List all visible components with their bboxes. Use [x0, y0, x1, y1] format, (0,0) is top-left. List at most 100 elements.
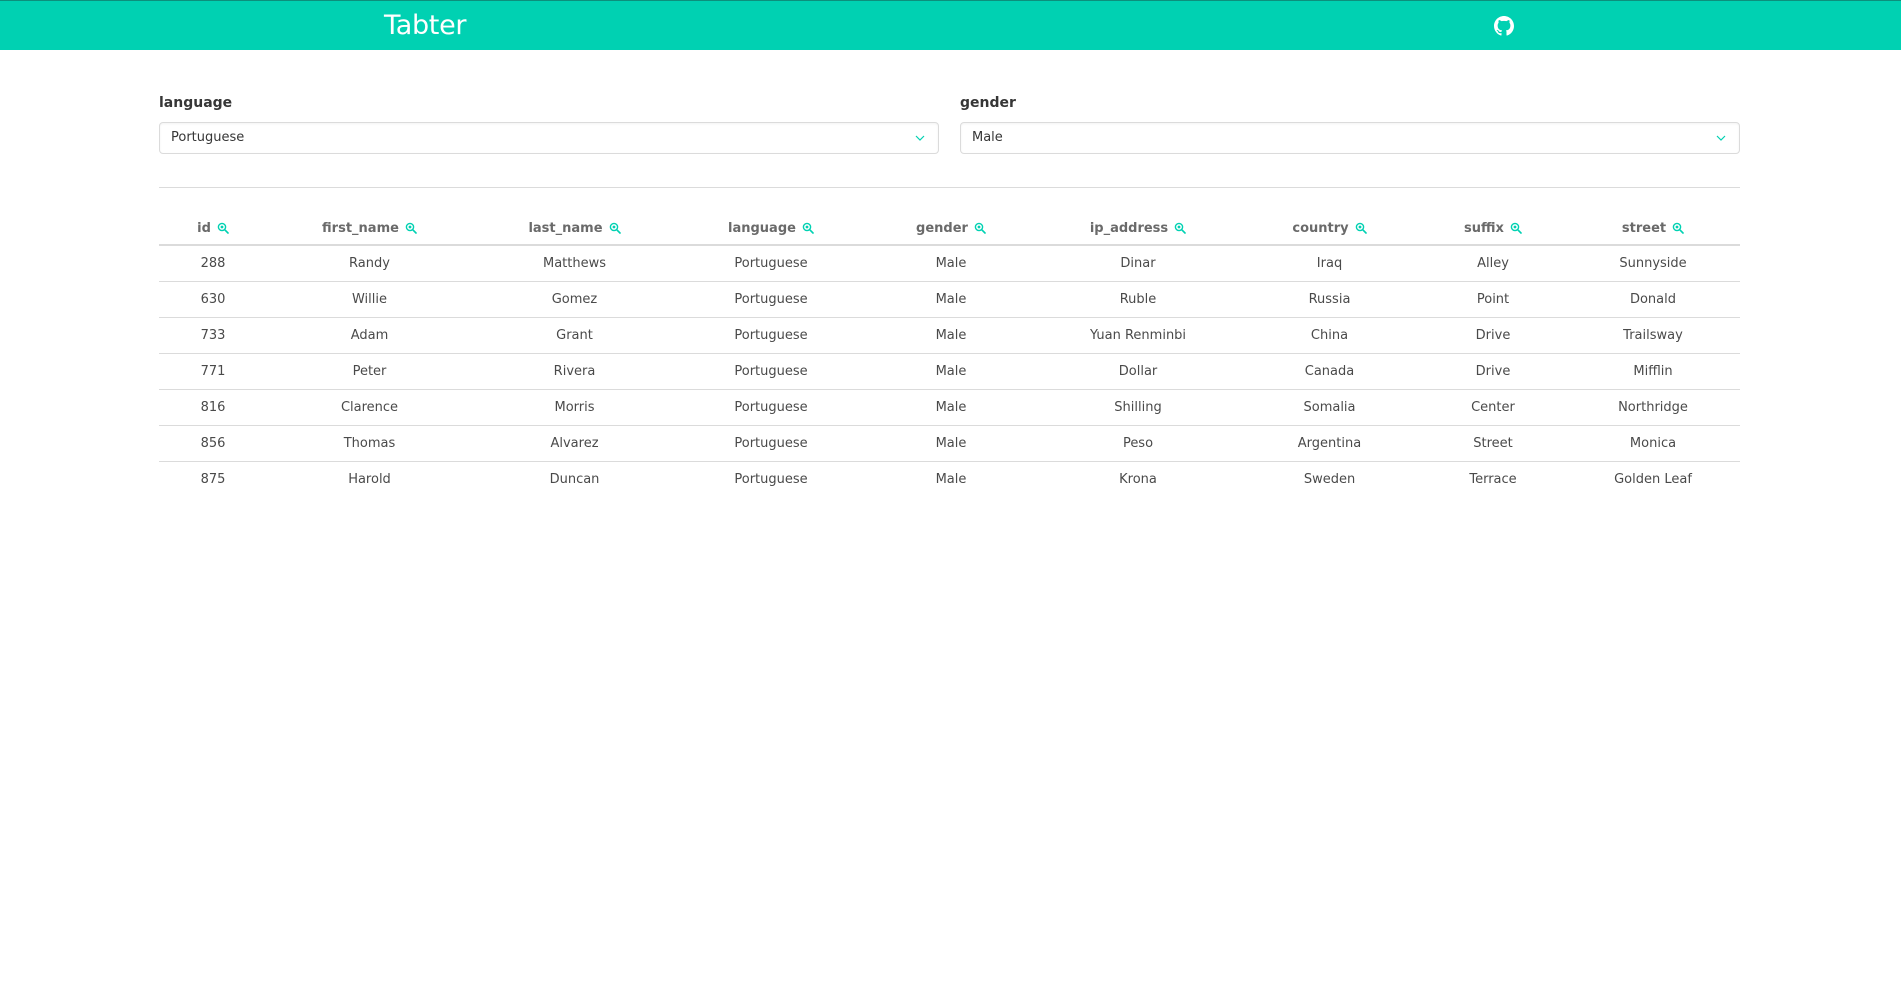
- table-cell-country: Iraq: [1239, 245, 1420, 282]
- table-cell-ip-address: Yuan Renminbi: [1037, 317, 1239, 354]
- chevron-down-icon: [915, 133, 925, 143]
- table-cell-last-name: Gomez: [472, 281, 677, 318]
- gender-select[interactable]: Male: [960, 122, 1740, 154]
- table-row: 288 Randy Matthews Portuguese Male Dinar Iraq A…: [159, 245, 1740, 282]
- table-cell-country: China: [1239, 317, 1420, 354]
- table-cell-id: 771: [159, 353, 267, 390]
- table-cell-language: Portuguese: [734, 471, 808, 487]
- table-cell-country: Russia: [1239, 281, 1420, 318]
- table-cell-gender: Male: [865, 317, 1037, 354]
- data-table: id first_name last_name language gender ip_ad…: [159, 212, 1740, 497]
- search-icon[interactable]: [1174, 222, 1186, 234]
- table-row: 733 Adam Grant Portuguese Male Yuan Renminbi C…: [159, 317, 1740, 354]
- table-cell-suffix: Terrace: [1469, 471, 1517, 487]
- table-cell-language: Portuguese: [677, 389, 865, 426]
- table-cell-ip-address: Dollar: [1037, 353, 1239, 390]
- table-cell-id: 630: [159, 281, 267, 318]
- column-header-ip-address: ip_address: [1037, 212, 1239, 246]
- table-cell-street: Donald: [1566, 281, 1740, 318]
- github-icon[interactable]: [1494, 16, 1514, 36]
- table-cell-suffix: Alley: [1420, 245, 1566, 282]
- column-header-label[interactable]: last_name: [528, 221, 602, 236]
- column-header-label[interactable]: language: [728, 221, 796, 236]
- table-row: 630 Willie Gomez Portuguese Male Ruble Russia P…: [159, 281, 1740, 318]
- column-header-id: id: [159, 212, 267, 246]
- table-cell-first-name: Randy: [267, 245, 472, 282]
- column-header-inner: first_name: [322, 221, 417, 236]
- column-header-label[interactable]: gender: [916, 221, 968, 236]
- search-icon[interactable]: [405, 222, 417, 234]
- table-cell-first-name: Peter: [267, 353, 472, 390]
- search-icon[interactable]: [974, 222, 986, 234]
- column-header-inner: gender: [916, 221, 986, 236]
- table-cell-id: 856: [159, 425, 267, 462]
- table-cell-gender: Male: [865, 353, 1037, 390]
- search-icon[interactable]: [1510, 222, 1522, 234]
- brand-title[interactable]: Tabter: [384, 11, 467, 41]
- table-cell-country: Argentina: [1239, 425, 1420, 462]
- column-header-label[interactable]: suffix: [1464, 221, 1504, 236]
- table-cell-first-name: Thomas: [267, 425, 472, 462]
- table-cell-street: Monica: [1566, 425, 1740, 462]
- table-cell-street: Golden Leaf: [1614, 471, 1692, 487]
- table-cell-country: Somalia: [1239, 389, 1420, 426]
- table-row: 816 Clarence Morris Portuguese Male Shilling S…: [159, 389, 1740, 426]
- table-cell-ip-address: Ruble: [1037, 281, 1239, 318]
- column-header-label[interactable]: first_name: [322, 221, 399, 236]
- table-cell-id: 733: [159, 317, 267, 354]
- table-cell-language: Portuguese: [677, 245, 865, 282]
- table-cell-suffix: Point: [1420, 281, 1566, 318]
- column-header-inner: street: [1622, 221, 1684, 236]
- column-header-gender: gender: [865, 212, 1037, 246]
- table-cell-street: Sunnyside: [1566, 245, 1740, 282]
- chevron-down-icon: [1716, 133, 1726, 143]
- table-cell-gender: Male: [865, 425, 1037, 462]
- column-header-inner: id: [197, 221, 229, 236]
- column-header-inner: last_name: [528, 221, 621, 236]
- table-row: 856 Thomas Alvarez Portuguese Male Peso Argent…: [159, 425, 1740, 462]
- column-header-inner: language: [728, 221, 814, 236]
- table-cell-last-name: Matthews: [472, 245, 677, 282]
- table-cell-language: Portuguese: [677, 353, 865, 390]
- gender-select-value: Male: [972, 130, 1003, 145]
- search-icon[interactable]: [1355, 222, 1367, 234]
- table-cell-ip-address: Krona: [1119, 471, 1157, 487]
- column-header-inner: suffix: [1464, 221, 1522, 236]
- language-filter-label: language: [159, 95, 233, 111]
- table-cell-street: Trailsway: [1566, 317, 1740, 354]
- column-header-label[interactable]: id: [197, 221, 211, 236]
- search-icon[interactable]: [217, 222, 229, 234]
- table-header-row: id first_name last_name language gender ip_ad…: [159, 212, 1740, 246]
- column-header-label[interactable]: country: [1292, 221, 1348, 236]
- navbar: Tabter: [0, 0, 1901, 50]
- search-icon[interactable]: [609, 222, 621, 234]
- table-cell-last-name: Alvarez: [472, 425, 677, 462]
- table-cell-id: 816: [159, 389, 267, 426]
- table-cell-ip-address: Shilling: [1037, 389, 1239, 426]
- table-cell-gender: Male: [865, 389, 1037, 426]
- table-cell-language: Portuguese: [677, 281, 865, 318]
- gender-filter: gender Male: [960, 94, 1740, 154]
- table-cell-country: Canada: [1239, 353, 1420, 390]
- column-header-inner: country: [1292, 221, 1367, 236]
- table-row: 875 Harold Duncan Portuguese Male Krona Sweden…: [159, 461, 1740, 497]
- table-cell-language: Portuguese: [677, 317, 865, 354]
- table-cell-gender: Male: [935, 471, 967, 487]
- table-cell-language: Portuguese: [677, 425, 865, 462]
- table-cell-first-name: Harold: [348, 471, 391, 487]
- language-filter: language Portuguese: [159, 94, 939, 154]
- table-cell-ip-address: Dinar: [1037, 245, 1239, 282]
- search-icon[interactable]: [1672, 222, 1684, 234]
- table-cell-last-name: Duncan: [549, 471, 600, 487]
- table-cell-street: Northridge: [1566, 389, 1740, 426]
- table-row: 771 Peter Rivera Portuguese Male Dollar Canada…: [159, 353, 1740, 390]
- table-cell-id: 875: [200, 471, 226, 487]
- language-select[interactable]: Portuguese: [159, 122, 939, 154]
- column-header-label[interactable]: street: [1622, 221, 1666, 236]
- search-icon[interactable]: [802, 222, 814, 234]
- column-header-street: street: [1566, 212, 1740, 246]
- table-cell-last-name: Morris: [472, 389, 677, 426]
- gender-filter-label: gender: [960, 95, 1016, 111]
- column-header-label[interactable]: ip_address: [1090, 221, 1168, 236]
- column-header-country: country: [1239, 212, 1420, 246]
